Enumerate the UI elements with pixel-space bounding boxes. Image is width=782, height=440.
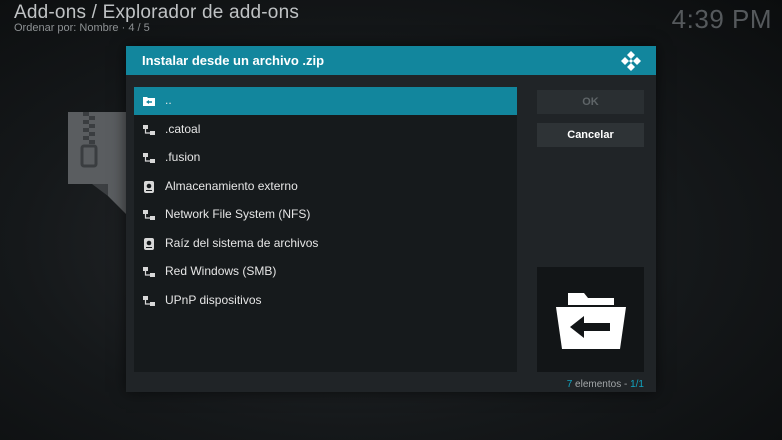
network-icon bbox=[143, 295, 155, 306]
list-item-label: .catoal bbox=[165, 121, 201, 136]
background-title: Add-ons / Explorador de add-ons bbox=[14, 2, 300, 23]
background-sort-info: Ordenar por: Nombre · 4 / 5 bbox=[14, 22, 150, 34]
list-item-nfs[interactable]: Network File System (NFS) bbox=[134, 201, 517, 229]
folder-back-icon bbox=[143, 97, 155, 106]
kodi-logo-icon bbox=[621, 51, 641, 71]
zip-file-icon bbox=[68, 112, 128, 216]
list-item-root-filesystem[interactable]: Raíz del sistema de archivos bbox=[134, 230, 517, 258]
dialog-header: Instalar desde un archivo .zip bbox=[126, 46, 656, 75]
list-item-label: .fusion bbox=[165, 150, 201, 164]
clock: 4:39 PM bbox=[671, 4, 772, 34]
list-item-smb[interactable]: Red Windows (SMB) bbox=[134, 258, 517, 286]
cancel-button[interactable]: Cancelar bbox=[537, 123, 644, 147]
file-browser-list[interactable]: .. .catoal .fusion Almacenamiento extern… bbox=[134, 87, 517, 372]
folder-preview bbox=[537, 267, 644, 372]
install-zip-dialog: Instalar desde un archivo .zip .. .catoa… bbox=[126, 46, 656, 392]
network-icon bbox=[143, 267, 155, 277]
drive-icon bbox=[144, 237, 154, 250]
item-count: 7 elementos - 1/1 bbox=[567, 379, 644, 390]
list-item-label: Network File System (NFS) bbox=[165, 207, 311, 221]
list-item-parent-folder[interactable]: .. bbox=[134, 87, 517, 115]
list-item-fusion[interactable]: .fusion bbox=[134, 144, 517, 172]
drive-icon bbox=[144, 180, 154, 193]
dialog-title: Instalar desde un archivo .zip bbox=[142, 53, 325, 68]
network-icon bbox=[143, 124, 155, 135]
page-indicator: 1/1 bbox=[630, 379, 644, 390]
folder-back-icon bbox=[556, 293, 626, 349]
list-item-label: UPnP dispositivos bbox=[165, 292, 262, 307]
ok-button[interactable]: OK bbox=[537, 90, 644, 114]
network-icon bbox=[143, 153, 155, 163]
list-item-catoal[interactable]: .catoal bbox=[134, 116, 517, 144]
list-item-external-storage[interactable]: Almacenamiento externo bbox=[134, 173, 517, 201]
list-item-upnp[interactable]: UPnP dispositivos bbox=[134, 287, 517, 315]
network-icon bbox=[143, 210, 155, 220]
list-item-label: Almacenamiento externo bbox=[165, 178, 298, 193]
list-item-label: .. bbox=[165, 93, 172, 107]
list-item-label: Red Windows (SMB) bbox=[165, 264, 277, 278]
item-count-label: elementos - bbox=[572, 379, 631, 390]
list-item-label: Raíz del sistema de archivos bbox=[165, 235, 319, 250]
